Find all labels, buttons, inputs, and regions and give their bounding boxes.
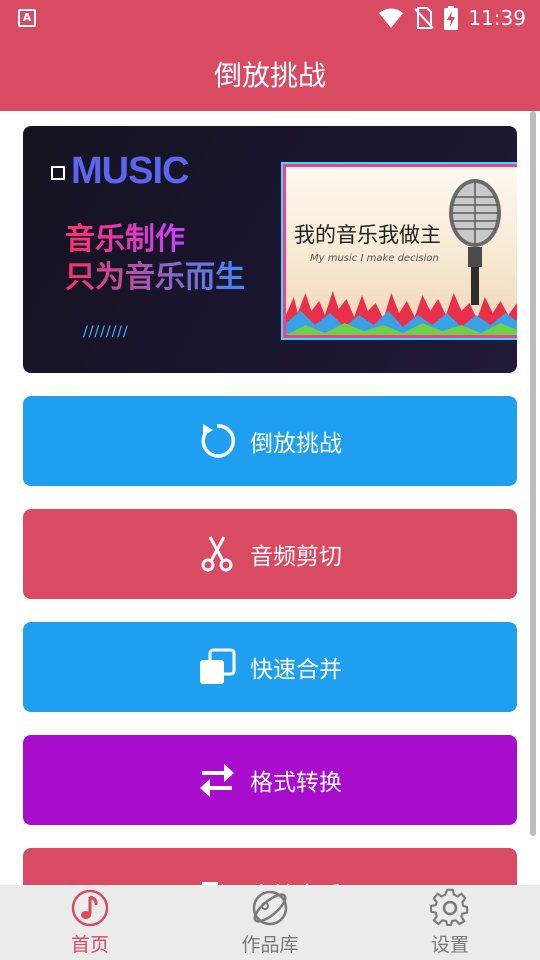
tab-works[interactable]: 作品库 — [180, 885, 360, 960]
tab-settings[interactable]: 设置 — [360, 885, 540, 960]
local-music-button[interactable]: 本地音乐 — [23, 848, 517, 885]
quick-merge-button[interactable]: 快速合并 — [23, 622, 517, 712]
crowd-illustration — [286, 291, 517, 335]
format-convert-button[interactable]: 格式转换 — [23, 735, 517, 825]
status-time: 11:39 — [468, 6, 526, 30]
audio-cut-button[interactable]: 音频剪切 — [23, 509, 517, 599]
audio-cut-label: 音频剪切 — [250, 544, 342, 570]
battery-charging-icon — [444, 6, 459, 30]
status-icons: 11:39 — [378, 6, 526, 30]
banner-photo-title: 我的音乐我做主 — [294, 223, 441, 247]
promo-banner[interactable]: MUSIC 音乐制作 只为音乐而生 //////// 我的音乐我做主 My mu… — [23, 126, 517, 373]
merge-icon — [198, 648, 236, 686]
status-bar: A 11:39 — [0, 0, 540, 36]
banner-photo-subtitle: My music I make decision — [310, 253, 439, 264]
app-bar: 倒放挑战 — [0, 36, 540, 111]
banner-brand: MUSIC — [71, 150, 189, 192]
banner-decoration: //////// — [83, 324, 129, 340]
tab-home-label: 首页 — [70, 934, 109, 956]
local-music-icon — [198, 874, 236, 885]
works-icon — [252, 890, 288, 926]
wifi-icon — [379, 8, 404, 28]
banner-photo: 我的音乐我做主 My music I make decision — [281, 162, 517, 340]
brand-mark-icon — [51, 166, 65, 180]
scissors-icon — [198, 535, 236, 573]
local-music-label: 本地音乐 — [250, 876, 342, 885]
banner-subheadline: 只为音乐而生 — [65, 252, 245, 296]
main-content: MUSIC 音乐制作 只为音乐而生 //////// 我的音乐我做主 My mu… — [0, 111, 540, 885]
tab-works-label: 作品库 — [241, 934, 299, 956]
music-note-icon — [71, 889, 109, 927]
app-notification-icon: A — [18, 9, 36, 27]
format-convert-label: 格式转换 — [250, 770, 342, 796]
no-sim-icon — [414, 7, 435, 29]
page-title: 倒放挑战 — [213, 58, 326, 92]
tab-home[interactable]: 首页 — [0, 885, 180, 960]
tab-settings-label: 设置 — [430, 934, 469, 956]
reverse-challenge-button[interactable]: 倒放挑战 — [23, 396, 517, 486]
reverse-challenge-label: 倒放挑战 — [250, 431, 342, 457]
bottom-tab-bar: 首页 作品库 设置 — [0, 885, 540, 960]
gear-icon — [430, 888, 469, 927]
reverse-icon — [198, 422, 236, 460]
convert-icon — [198, 761, 236, 799]
quick-merge-label: 快速合并 — [250, 657, 342, 683]
